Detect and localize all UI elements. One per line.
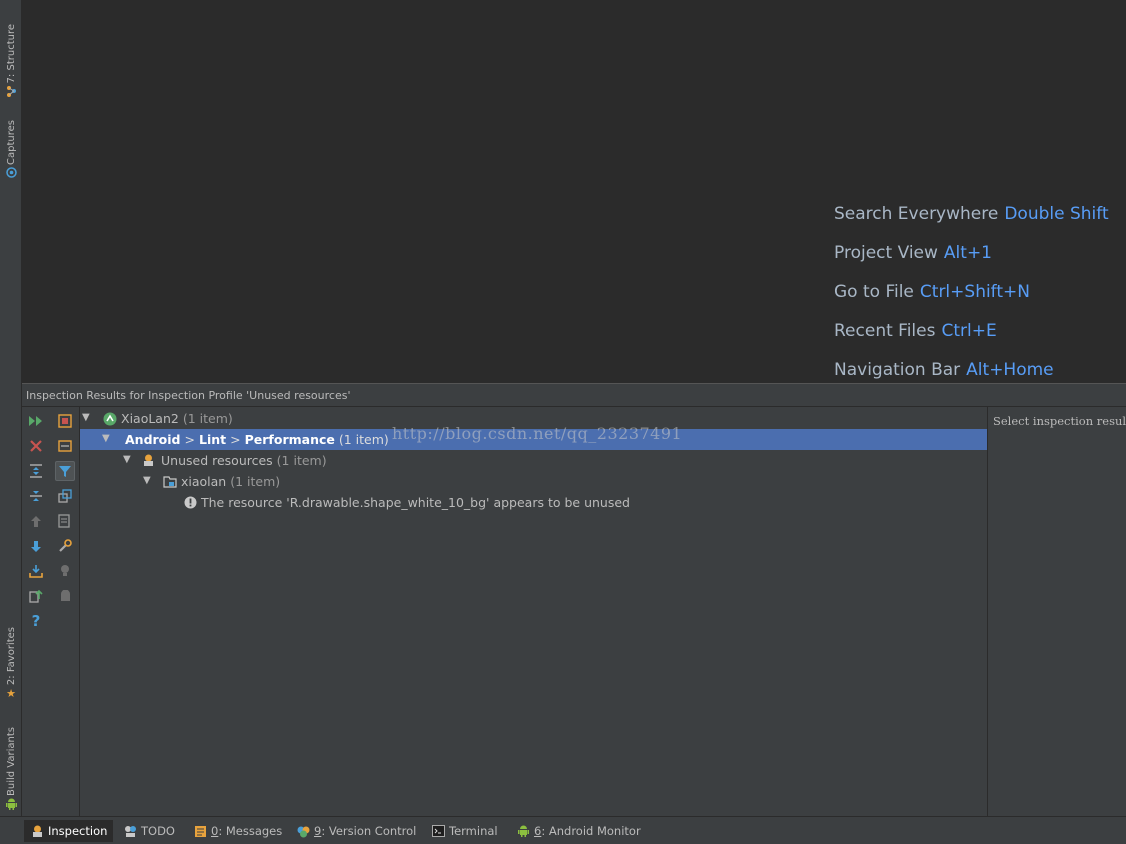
tab-messages-label: : Messages	[218, 824, 283, 838]
hint-go-to-file: Go to File Ctrl+Shift+N	[834, 282, 1030, 302]
tab-version-control[interactable]: 9: Version Control	[290, 820, 422, 842]
structure-icon	[5, 85, 17, 97]
expand-arrow-icon[interactable]: ▼	[123, 454, 135, 465]
tab-inspection[interactable]: Inspection	[24, 820, 114, 842]
hint-project-view: Project View Alt+1	[834, 243, 992, 263]
terminal-icon	[431, 824, 445, 838]
android-monitor-icon	[516, 824, 530, 838]
tab-messages-mnemonic: 0	[211, 824, 219, 838]
previous-problem-icon[interactable]	[26, 511, 46, 531]
wrench-icon[interactable]	[55, 536, 75, 556]
inspection-tool-icon	[141, 453, 156, 468]
expand-all-icon[interactable]	[26, 461, 46, 481]
tab-terminal-label: Terminal	[449, 824, 498, 838]
tab-captures-label: Captures	[5, 120, 17, 165]
tree-node-group-count: (1 item)	[276, 453, 327, 468]
tab-favorites-label: 2: Favorites	[5, 627, 17, 686]
category-lint: Lint	[199, 432, 227, 447]
collapse-all-icon[interactable]	[26, 486, 46, 506]
hint-search-everywhere: Search Everywhere Double Shift	[834, 204, 1109, 224]
tool-window-bar: Inspection TODO 0: Messages 9: Version C…	[0, 816, 1126, 844]
tab-android-monitor[interactable]: 6: Android Monitor	[510, 820, 647, 842]
detail-pane: Select inspection result	[987, 407, 1126, 816]
detail-placeholder: Select inspection result	[993, 414, 1126, 428]
tab-todo-label: TODO	[141, 824, 175, 838]
expand-arrow-icon[interactable]: ▼	[143, 475, 155, 486]
module-folder-icon	[162, 474, 177, 489]
show-diff-icon[interactable]	[55, 486, 75, 506]
inspection-panel: Inspection Results for Inspection Profil…	[22, 383, 1126, 816]
left-tool-strip: 7: Structure Captures ★ 2: Favorites Bui…	[0, 0, 22, 816]
tab-build-variants-label: Build Variants	[5, 727, 17, 796]
warning-icon	[183, 495, 198, 510]
tab-terminal[interactable]: Terminal	[425, 820, 504, 842]
export-icon[interactable]	[26, 561, 46, 581]
tree-node-problem-text: The resource 'R.drawable.shape_white_10_…	[201, 495, 630, 510]
tree-node-module-count: (1 item)	[230, 474, 281, 489]
tab-structure[interactable]: 7: Structure	[0, 24, 22, 97]
tab-version-control-label: : Version Control	[321, 824, 417, 838]
category-android: Android	[125, 432, 181, 447]
suppress-icon[interactable]	[55, 586, 75, 606]
inspection-toolbar: ?	[22, 407, 80, 816]
tab-captures[interactable]: Captures	[0, 120, 22, 179]
tab-structure-label: 7: Structure	[5, 24, 17, 84]
editor-area[interactable]: Search Everywhere Double Shift Project Vi…	[22, 0, 1126, 383]
tab-build-variants[interactable]: Build Variants	[0, 727, 22, 810]
captures-icon	[5, 167, 17, 179]
tab-android-monitor-mnemonic: 6	[534, 824, 542, 838]
star-icon: ★	[6, 686, 16, 700]
close-icon[interactable]	[26, 436, 46, 456]
expand-arrow-icon[interactable]: ▼	[82, 412, 94, 423]
lightbulb-icon[interactable]	[55, 561, 75, 581]
tab-messages[interactable]: 0: Messages	[187, 820, 288, 842]
todo-icon	[123, 824, 137, 838]
tab-todo[interactable]: TODO	[117, 820, 181, 842]
help-icon[interactable]: ?	[26, 611, 46, 631]
tab-inspection-label: Inspection	[48, 824, 108, 838]
editor-hints: Search Everywhere Double Shift Project Vi…	[834, 204, 1109, 399]
messages-icon	[193, 824, 207, 838]
android-project-icon	[102, 411, 117, 426]
tree-node-category-count: (1 item)	[338, 432, 389, 447]
tree-node-module-name: xiaolan	[181, 474, 227, 489]
android-icon	[5, 798, 17, 810]
expand-arrow-icon[interactable]: ▼	[102, 433, 114, 444]
tree-node-root[interactable]: ▼ XiaoLan2 (1 item)	[80, 408, 987, 429]
group-by-directory-icon[interactable]	[55, 436, 75, 456]
tab-version-control-mnemonic: 9	[314, 824, 322, 838]
panel-title: Inspection Results for Inspection Profil…	[22, 383, 1126, 407]
tree-node-category[interactable]: ▼ Android > Lint > Performance (1 item)	[80, 429, 987, 450]
version-control-icon	[296, 824, 310, 838]
tree-node-group[interactable]: ▼ Unused resources (1 item)	[80, 450, 987, 471]
edit-settings-icon[interactable]	[55, 511, 75, 531]
tab-favorites[interactable]: ★ 2: Favorites	[0, 627, 22, 700]
hint-recent-files: Recent Files Ctrl+E	[834, 321, 997, 341]
next-problem-icon[interactable]	[26, 536, 46, 556]
filter-icon[interactable]	[55, 461, 75, 481]
tree-node-module[interactable]: ▼ xiaolan (1 item)	[80, 471, 987, 492]
group-by-severity-icon[interactable]	[55, 411, 75, 431]
rerun-icon[interactable]	[26, 411, 46, 431]
import-icon[interactable]	[26, 586, 46, 606]
category-performance: Performance	[244, 432, 335, 447]
inspection-tree[interactable]: ▼ XiaoLan2 (1 item) ▼ Android > Lint > Perfo…	[80, 407, 987, 816]
inspection-icon	[30, 824, 44, 838]
tree-node-root-count: (1 item)	[182, 411, 233, 426]
tree-node-group-name: Unused resources	[161, 453, 273, 468]
tree-node-root-name: XiaoLan2	[121, 411, 179, 426]
tab-android-monitor-label: : Android Monitor	[541, 824, 641, 838]
tree-node-problem[interactable]: The resource 'R.drawable.shape_white_10_…	[80, 492, 987, 513]
